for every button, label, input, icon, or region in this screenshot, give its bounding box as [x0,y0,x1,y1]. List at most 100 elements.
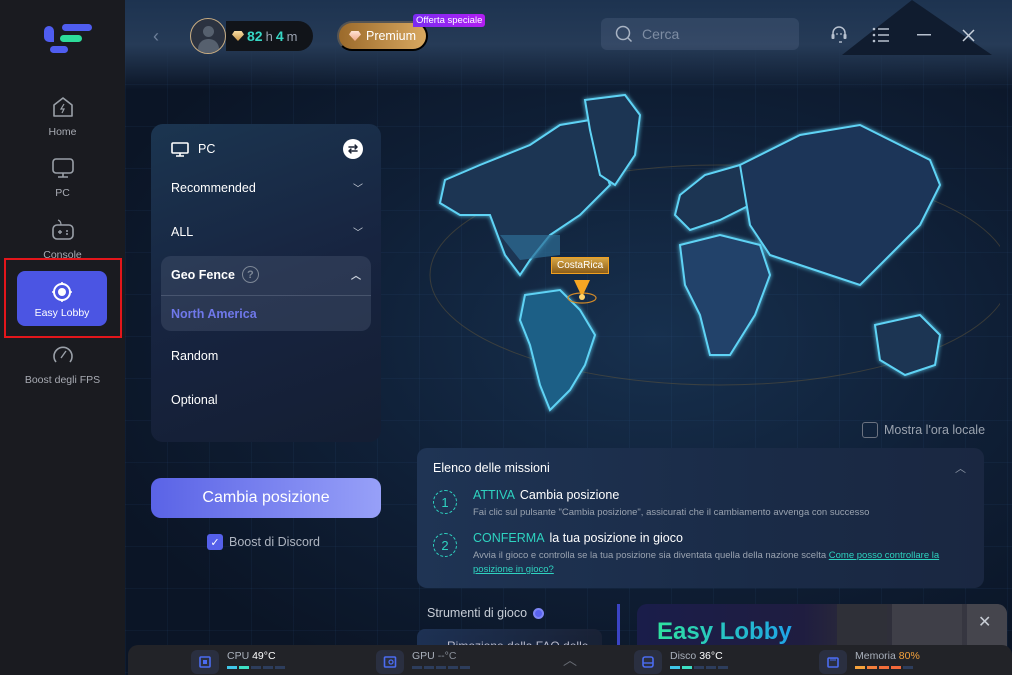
location-panel: PC ⇄ Recommended ﹀ ALL ﹀ Geo Fence ? ︿ N… [151,124,381,442]
cpu-chip-icon [191,650,219,674]
dropdown-label: Recommended [171,180,256,195]
switch-platform-button[interactable]: ⇄ [343,139,363,159]
step-number: 1 [433,490,457,514]
step-description: Fai clic sul pulsante "Cambia posizione"… [473,507,870,518]
geo-fence-option-north-america[interactable]: North America [171,307,257,321]
back-button[interactable]: ‹ [153,26,159,47]
checkbox-checked-icon: ✓ [207,534,223,550]
level-segment [460,666,470,669]
help-icon[interactable]: ? [241,266,259,283]
premium-gem-icon [348,31,361,41]
disk-drive-icon [634,650,662,674]
level-segment [855,666,865,669]
level-segment [263,666,273,669]
minimize-icon[interactable] [917,34,931,37]
disk-status: Disco 36°C [634,650,728,674]
cpu-status: CPU 49°C [191,650,285,674]
level-segment [867,666,877,669]
divider [617,604,620,649]
chevron-down-icon: ﹀ [353,228,363,239]
level-segment [412,666,422,669]
gpu-value: --°C [437,650,457,662]
sidebar-item-label: Home [48,126,77,138]
discord-boost-checkbox[interactable]: ✓ Boost di Discord [207,534,320,550]
level-segment [275,666,285,669]
memory-card-icon [819,650,847,674]
close-icon[interactable] [962,29,975,42]
app-logo [44,24,92,54]
geo-fence-section: Geo Fence ? ︿ North America [161,256,371,331]
sidebar-item-label: Boost degli FPS [24,374,101,386]
level-segment [694,666,704,669]
level-segment [891,666,901,669]
platform-label: PC [198,142,216,156]
search-icon [615,25,633,43]
step-title-text: la tua posizione in gioco [549,531,683,545]
sidebar-item-home[interactable]: Home [0,94,125,138]
chevron-up-icon: ︿ [351,271,361,282]
step-description: Avvia il gioco e controlla se la tua pos… [473,549,953,577]
show-local-time-checkbox[interactable]: Mostra l'ora locale [862,422,985,438]
step-title: ATTIVA Cambia posizione [473,488,619,502]
support-headset-icon[interactable] [830,25,848,45]
sidebar-item-fps-boost[interactable]: Boost degli FPS [0,342,125,386]
memory-status: Memoria 80% [819,650,920,674]
remaining-time-badge: 82 h 4 m [226,21,313,51]
missions-title: Elenco delle missioni [433,461,550,475]
geo-fence-label: Geo Fence [171,267,235,282]
disk-level-bars [670,666,728,669]
sidebar-item-console[interactable]: Console [0,217,125,261]
gpu-label: GPU [412,650,435,662]
time-minutes-unit: m [286,28,298,44]
disk-value: 36°C [699,650,723,662]
geo-fence-header[interactable]: Geo Fence ? ︿ [171,266,361,283]
search-box[interactable] [601,18,799,50]
info-dot-icon [533,607,545,619]
premium-label: Premium [365,29,416,43]
sidebar-item-pc[interactable]: PC [0,155,125,199]
monitor-icon [51,158,74,178]
memory-label: Memoria [855,650,896,662]
gpu-status: GPU --°C [376,650,470,674]
gpu-icon [376,650,404,674]
level-segment [227,666,237,669]
speedometer-icon [52,346,73,363]
level-segment [448,666,458,669]
cpu-level-bars [227,666,285,669]
expand-status-icon[interactable]: ︿ [563,650,577,670]
change-location-button[interactable]: Cambia posizione [151,478,381,518]
dropdown-recommended[interactable]: Recommended ﹀ [171,180,363,196]
checkbox-unchecked-icon [862,422,878,438]
level-segment [903,666,913,669]
close-banner-icon[interactable]: ✕ [978,612,991,632]
step-title: CONFERMA la tua posizione in gioco [473,531,683,545]
level-segment [670,666,680,669]
option-random[interactable]: Random [171,349,363,363]
show-local-time-label: Mostra l'ora locale [884,423,986,437]
step-number: 2 [433,533,457,557]
selected-location-label: CostaRica [551,257,610,274]
selection-highlight [4,258,122,338]
chevron-down-icon: ﹀ [353,184,363,195]
time-minutes: 4 [275,28,284,44]
level-segment [436,666,446,669]
avatar[interactable] [190,18,226,54]
search-input[interactable] [642,26,782,42]
south-america [518,288,597,412]
platform-row: PC ⇄ [171,139,363,159]
discord-boost-label: Boost di Discord [229,535,321,549]
world-map[interactable] [420,85,1000,420]
dropdown-all[interactable]: ALL ﹀ [171,224,363,240]
time-hours: 82 [247,28,263,44]
chevron-up-icon[interactable]: ︿ [955,460,966,476]
step-title-text: Cambia posizione [519,488,620,502]
memory-level-bars [855,666,920,669]
level-segment [879,666,889,669]
sidebar-item-label: PC [55,187,70,199]
gpu-level-bars [412,666,470,669]
location-pin-icon[interactable] [567,280,597,304]
option-optional[interactable]: Optional [171,393,363,407]
step-tag: CONFERMA [473,531,545,545]
option-label: Optional [171,393,218,407]
menu-list-icon[interactable] [872,27,890,43]
